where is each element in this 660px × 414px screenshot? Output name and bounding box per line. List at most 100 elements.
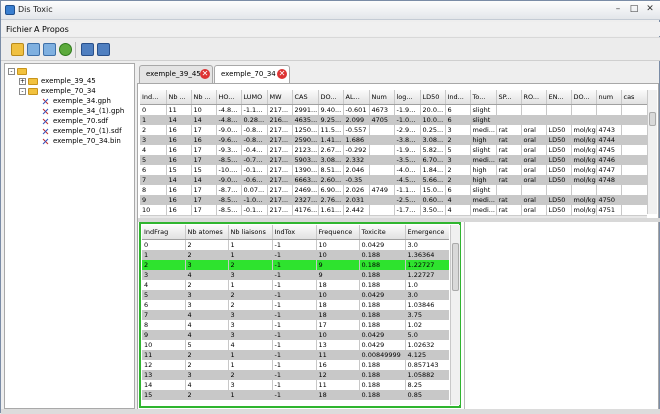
table-cell: 6 bbox=[445, 185, 471, 195]
table-row[interactable]: 4 2 1 -1 18 0.188 1.0 bbox=[142, 280, 449, 290]
column-header[interactable]: SP... bbox=[496, 90, 522, 105]
table-row[interactable]: 4 16 17 -9.3... -0.4... 217... 2123... 2.67... -… bbox=[140, 145, 647, 155]
column-header[interactable]: Nb atomes bbox=[185, 225, 229, 240]
expand-icon[interactable]: + bbox=[19, 77, 26, 85]
table-row[interactable]: 12 2 1 -1 16 0.188 0.857143 bbox=[142, 360, 449, 370]
table-cell: 2123... bbox=[292, 145, 319, 155]
column-header[interactable]: Emergence bbox=[405, 225, 449, 240]
table-cell: LD50 bbox=[546, 155, 572, 165]
vertical-scrollbar[interactable] bbox=[450, 225, 460, 405]
table-row[interactable]: 7 14 14 -9.0... -0.6... 217... 6663... 2.60... -… bbox=[140, 175, 647, 185]
column-header[interactable]: DO... bbox=[571, 90, 597, 105]
vertical-scrollbar[interactable] bbox=[647, 90, 657, 214]
tree-file-exemple-70-34-bin[interactable]: exemple_70_34.bin bbox=[41, 136, 121, 146]
close-tab-icon[interactable]: ✕ bbox=[200, 69, 210, 79]
menu-fichier[interactable]: Fichier bbox=[6, 25, 32, 34]
table-row[interactable]: 6 15 15 -10.... -0.1... 217... 1390... 8.51... 2… bbox=[140, 165, 647, 175]
column-header[interactable]: LD50 bbox=[420, 90, 446, 105]
table-cell: 1.02 bbox=[405, 320, 449, 330]
open-folder-icon[interactable] bbox=[11, 43, 24, 56]
column-header[interactable]: AL... bbox=[343, 90, 370, 105]
close-tab-icon[interactable]: ✕ bbox=[277, 69, 287, 79]
table-row[interactable]: 14 4 3 -1 11 0.188 8.25 bbox=[142, 380, 449, 390]
table-row[interactable]: 7 4 3 -1 18 0.188 3.75 bbox=[142, 310, 449, 320]
collapse-icon[interactable]: - bbox=[19, 87, 26, 95]
column-header[interactable]: IndTox bbox=[272, 225, 317, 240]
column-header[interactable]: RO... bbox=[521, 90, 547, 105]
import-icon[interactable] bbox=[27, 43, 40, 56]
column-header[interactable]: Num bbox=[369, 90, 395, 105]
table-row[interactable]: 11 2 1 -1 11 0.00849999 4.125 bbox=[142, 350, 449, 360]
column-header[interactable]: Ind... bbox=[445, 90, 471, 105]
table-cell: 3 bbox=[228, 320, 273, 330]
tab-exemple-39-45[interactable]: exemple_39_45 ✕ bbox=[139, 65, 213, 83]
column-header[interactable]: Nb ... bbox=[166, 90, 192, 105]
table-row[interactable]: 1 14 14 -4.8... 0.28... 216... 4635... 9.25... 2… bbox=[140, 115, 647, 125]
tree-folder-exemple-70-34[interactable]: - exemple_70_34 bbox=[19, 86, 96, 96]
column-header[interactable]: Nb liaisons bbox=[228, 225, 273, 240]
menu-a-propos[interactable]: A Propos bbox=[34, 25, 69, 34]
table-cell: 0.0429 bbox=[359, 330, 406, 340]
column-header[interactable]: DO... bbox=[318, 90, 344, 105]
tree-folder-exemple-39-45[interactable]: + exemple_39_45 bbox=[19, 76, 96, 86]
table-cell: 3 bbox=[140, 135, 167, 145]
column-header[interactable]: Ind... bbox=[140, 90, 167, 105]
table-row[interactable]: 10 5 4 -1 13 0.0429 1.02632 bbox=[142, 340, 449, 350]
scroll-thumb[interactable] bbox=[452, 243, 459, 291]
table-row[interactable]: 8 4 3 -1 17 0.188 1.02 bbox=[142, 320, 449, 330]
tree-root[interactable]: - bbox=[8, 66, 30, 76]
table-row[interactable]: 2 3 2 -1 9 0.188 1.22727 bbox=[142, 260, 449, 270]
column-header[interactable]: EN... bbox=[546, 90, 572, 105]
column-header[interactable]: CAS bbox=[292, 90, 319, 105]
save-as-icon[interactable] bbox=[97, 43, 110, 56]
column-header[interactable]: cas bbox=[621, 90, 647, 105]
table-row[interactable]: 5 3 2 -1 10 0.0429 3.0 bbox=[142, 290, 449, 300]
column-header[interactable]: LUMO bbox=[241, 90, 268, 105]
column-header[interactable]: IndFrag bbox=[142, 225, 186, 240]
tree-file-exemple-34-1-gph[interactable]: exemple_34_(1).gph bbox=[41, 106, 124, 116]
molecule-table[interactable]: Ind... Nb ... Nb ... HO... LUMO MW CAS DO... AL.… bbox=[140, 90, 647, 218]
column-header[interactable]: Frequence bbox=[316, 225, 360, 240]
table-row[interactable]: 2 16 17 -9.0... -0.8... 217... 1250... 11.5... -… bbox=[140, 125, 647, 135]
tree-file-exemple-70-1-sdf[interactable]: exemple_70_(1).sdf bbox=[41, 126, 122, 136]
tab-exemple-70-34[interactable]: exemple_70_34 ✕ bbox=[214, 65, 290, 84]
tree-file-exemple-34-gph[interactable]: exemple_34.gph bbox=[41, 96, 111, 106]
scroll-thumb[interactable] bbox=[649, 112, 656, 126]
tree-file-exemple-70-sdf[interactable]: exemple_70.sdf bbox=[41, 116, 108, 126]
column-header[interactable]: MW bbox=[267, 90, 293, 105]
column-header[interactable]: To... bbox=[470, 90, 497, 105]
table-row[interactable]: 6 3 2 -1 18 0.188 1.03846 bbox=[142, 300, 449, 310]
table-cell: 2 bbox=[228, 290, 273, 300]
table-row[interactable]: 5 16 17 -8.5... -0.7... 217... 5903... 3.08... 2… bbox=[140, 155, 647, 165]
table-row[interactable]: 13 3 2 -1 12 0.188 1.05882 bbox=[142, 370, 449, 380]
table-row[interactable]: 9 4 3 -1 10 0.0429 5.0 bbox=[142, 330, 449, 340]
close-button[interactable]: ✕ bbox=[643, 4, 657, 16]
maximize-button[interactable]: □ bbox=[627, 4, 641, 16]
table-cell: oral bbox=[521, 195, 547, 205]
table-row[interactable]: 0 11 10 -4.8... -1.1... 217... 2991... 9.40... -… bbox=[140, 104, 647, 115]
table-cell bbox=[521, 104, 547, 115]
fragment-table[interactable]: IndFrag Nb atomes Nb liaisons IndTox Frequen… bbox=[142, 225, 449, 405]
minimize-button[interactable]: – bbox=[611, 4, 625, 16]
table-row[interactable]: 9 16 17 -8.5... -1.0... 217... 2327... 2.76... 2… bbox=[140, 195, 647, 205]
table-row[interactable]: 0 2 1 -1 10 0.0429 3.0 bbox=[142, 239, 449, 250]
table-cell bbox=[546, 115, 572, 125]
column-header[interactable]: log... bbox=[394, 90, 421, 105]
column-header[interactable]: HO... bbox=[216, 90, 242, 105]
table-cell: 1.22727 bbox=[405, 270, 449, 280]
export-icon[interactable] bbox=[43, 43, 56, 56]
table-row[interactable]: 3 16 16 -9.6... -0.8... 217... 2590... 1.41... 1… bbox=[140, 135, 647, 145]
table-row[interactable]: 1 2 1 -1 10 0.188 1.36364 bbox=[142, 250, 449, 260]
table-cell: 0.0429 bbox=[359, 340, 406, 350]
save-icon[interactable] bbox=[81, 43, 94, 56]
column-header[interactable]: num bbox=[596, 90, 622, 105]
collapse-icon[interactable]: - bbox=[8, 67, 15, 75]
table-row[interactable]: 10 16 17 -8.5... -0.1... 217... 4176... 1.61...… bbox=[140, 205, 647, 215]
table-row[interactable]: 8 16 17 -8.7... 0.07... 217... 2469... 6.90... 2… bbox=[140, 185, 647, 195]
table-cell: 1 bbox=[228, 350, 273, 360]
table-row[interactable]: 3 4 3 -1 9 0.188 1.22727 bbox=[142, 270, 449, 280]
column-header[interactable]: Toxicite bbox=[359, 225, 406, 240]
table-row[interactable]: 15 2 1 -1 18 0.188 0.85 bbox=[142, 390, 449, 400]
refresh-icon[interactable] bbox=[59, 43, 72, 56]
column-header[interactable]: Nb ... bbox=[191, 90, 217, 105]
